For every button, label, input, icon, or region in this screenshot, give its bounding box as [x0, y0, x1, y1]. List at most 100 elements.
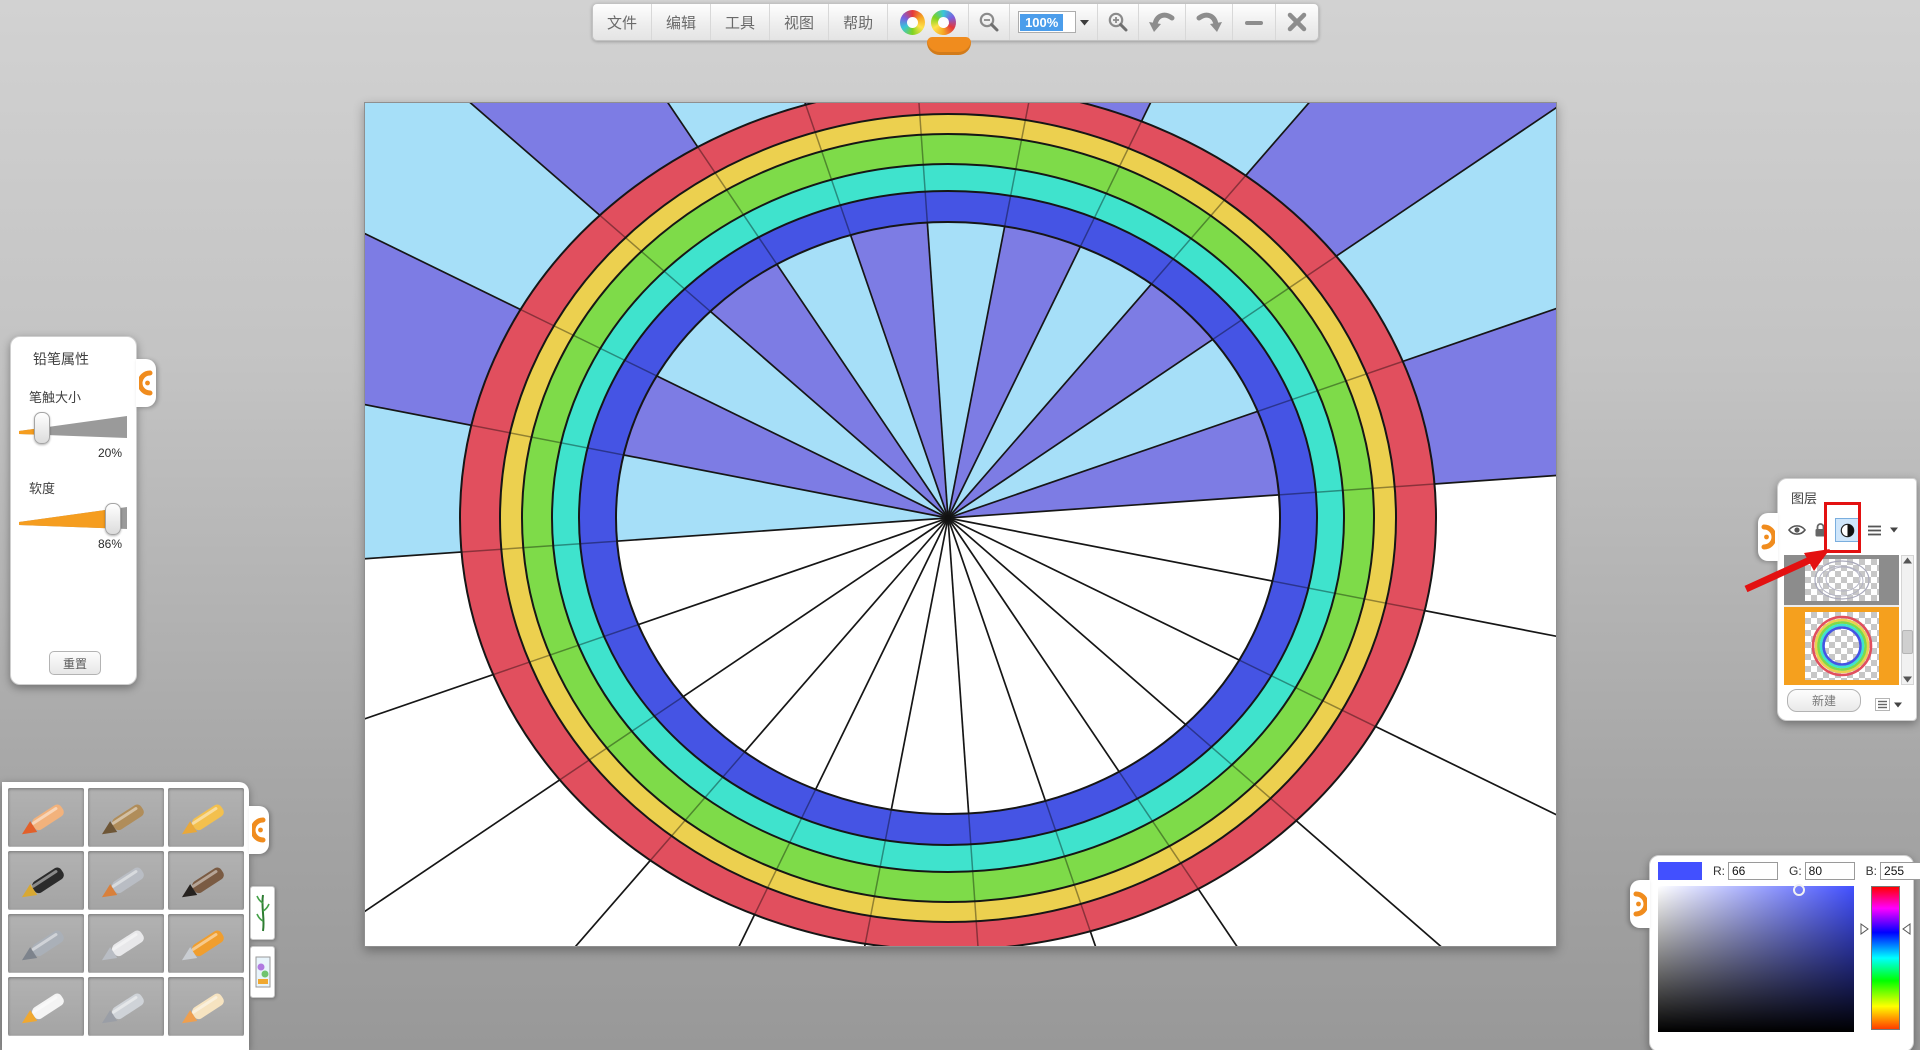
menu-help[interactable]: 帮助: [829, 4, 888, 40]
redo-icon: [1195, 10, 1223, 34]
chevron-down-icon[interactable]: [1890, 527, 1898, 533]
softness-value: 86%: [11, 533, 136, 551]
paint-jar-brush-icon: [15, 984, 77, 1030]
annotation-arrow-icon: [1742, 545, 1832, 593]
rainbow-spiral-icon: [927, 5, 961, 39]
current-color-swatch: [1658, 862, 1702, 880]
paint-jar-brush[interactable]: [8, 977, 84, 1036]
undo-button[interactable]: [1139, 4, 1186, 40]
picture-icon: [255, 951, 271, 993]
layers-panel: 图层: [1777, 478, 1917, 721]
hue-marker-left-icon[interactable]: [1860, 923, 1869, 935]
color-cursor-icon[interactable]: [1793, 884, 1805, 896]
menu-edit[interactable]: 编辑: [652, 4, 711, 40]
brush-size-slider[interactable]: [19, 412, 127, 442]
green-value-field[interactable]: [1805, 862, 1855, 880]
orange-handle-icon: [252, 817, 266, 843]
zoom-out-button[interactable]: [969, 4, 1010, 40]
zoom-in-icon: [1107, 11, 1129, 33]
paint-roller-brush-icon: [175, 921, 237, 967]
menu-view[interactable]: 视图: [770, 4, 829, 40]
flat-paintbrush-brush-icon: [95, 858, 157, 904]
palette-knife-brush-icon: [95, 921, 157, 967]
brush-size-label: 笔触大小: [11, 369, 136, 406]
layer-list-icon[interactable]: [1867, 524, 1882, 537]
layer-menu-button[interactable]: [1875, 698, 1902, 711]
eye-icon[interactable]: [1788, 523, 1806, 537]
brush-palette-handle[interactable]: [249, 806, 269, 854]
picture-brush-thumbnail[interactable]: [250, 946, 275, 998]
blue-label: B:: [1866, 864, 1877, 878]
main-toolbar: 文件 编辑 工具 视图 帮助 100%: [592, 3, 1319, 41]
blue-value-field[interactable]: [1880, 862, 1920, 880]
quill-knife-brush[interactable]: [88, 977, 164, 1036]
zoom-dropdown-caret-icon[interactable]: [1080, 19, 1089, 26]
scroll-up-icon[interactable]: [1903, 557, 1912, 564]
reset-button[interactable]: 重置: [49, 651, 101, 675]
crayon-brush-icon: [175, 795, 237, 841]
app-logo-buttons[interactable]: [888, 4, 969, 40]
rainbow-swirl-icon: [900, 10, 925, 35]
airbrush-brush[interactable]: [8, 914, 84, 973]
rainbow-wheel-drawing: [365, 103, 1556, 946]
close-icon: [1285, 10, 1309, 34]
layer-menu-icon: [1875, 698, 1890, 711]
chevron-down-icon: [1894, 702, 1902, 708]
color-picker-handle[interactable]: [1630, 880, 1650, 928]
saturation-value-gradient[interactable]: [1658, 886, 1854, 1032]
wood-pencil-brush[interactable]: [88, 788, 164, 847]
crayon-brush[interactable]: [168, 788, 244, 847]
pencil-properties-panel: 铅笔属性 笔触大小 20% 软度 86% 重置: [10, 336, 137, 685]
softness-slider[interactable]: [19, 503, 127, 533]
paint-roller-brush[interactable]: [168, 914, 244, 973]
menu-tools[interactable]: 工具: [711, 4, 770, 40]
softness-label: 软度: [11, 460, 136, 497]
fountain-pen-brush-icon: [15, 858, 77, 904]
plant-brush-thumbnail[interactable]: [250, 886, 275, 940]
menu-file[interactable]: 文件: [593, 4, 652, 40]
pencil-panel-title: 铅笔属性: [11, 337, 136, 369]
softness-slider-thumb[interactable]: [105, 503, 121, 535]
quill-knife-brush-icon: [95, 984, 157, 1030]
hue-bar[interactable]: [1871, 886, 1900, 1030]
drawing-canvas[interactable]: [364, 102, 1557, 947]
new-layer-button[interactable]: 新建: [1787, 689, 1861, 712]
flat-paintbrush-brush[interactable]: [88, 851, 164, 910]
close-button[interactable]: [1276, 4, 1318, 40]
ink-brush-brush[interactable]: [168, 851, 244, 910]
layer-list-scrollbar[interactable]: [1901, 555, 1914, 685]
sharp-pencil-brush-icon: [15, 795, 77, 841]
zoom-level-field[interactable]: 100%: [1018, 11, 1076, 33]
wood-pencil-brush-icon: [95, 795, 157, 841]
rgb-input-row: R: G: B:: [1658, 862, 1920, 880]
fountain-pen-brush[interactable]: [8, 851, 84, 910]
panel-collapse-handle[interactable]: [136, 359, 156, 407]
mascot-icon: [927, 37, 971, 55]
scroll-down-icon[interactable]: [1903, 676, 1912, 683]
hue-marker-right-icon[interactable]: [1902, 923, 1911, 935]
orange-handle-icon: [139, 370, 153, 396]
zoom-level-value: 100%: [1020, 14, 1063, 31]
layer-rainbow-thumbnail: [1805, 612, 1879, 680]
orange-handle-icon: [1633, 891, 1647, 917]
scrollbar-thumb[interactable]: [1902, 630, 1913, 654]
redo-button[interactable]: [1186, 4, 1233, 40]
eraser-brush[interactable]: [168, 977, 244, 1036]
eraser-brush-icon: [175, 984, 237, 1030]
zoom-level-combobox[interactable]: 100%: [1010, 4, 1098, 40]
palette-knife-brush[interactable]: [88, 914, 164, 973]
brush-size-slider-thumb[interactable]: [34, 412, 50, 444]
plant-icon: [255, 891, 271, 935]
sharp-pencil-brush[interactable]: [8, 788, 84, 847]
ink-brush-brush-icon: [175, 858, 237, 904]
color-picker-panel: R: G: B:: [1649, 855, 1914, 1050]
airbrush-brush-icon: [15, 921, 77, 967]
zoom-in-button[interactable]: [1098, 4, 1139, 40]
green-label: G:: [1789, 864, 1802, 878]
brush-size-value: 20%: [11, 442, 136, 460]
minimize-button[interactable]: [1233, 4, 1276, 40]
undo-icon: [1148, 10, 1176, 34]
red-label: R:: [1713, 864, 1725, 878]
layer-item-rainbow-active[interactable]: [1784, 607, 1899, 685]
red-value-field[interactable]: [1728, 862, 1778, 880]
